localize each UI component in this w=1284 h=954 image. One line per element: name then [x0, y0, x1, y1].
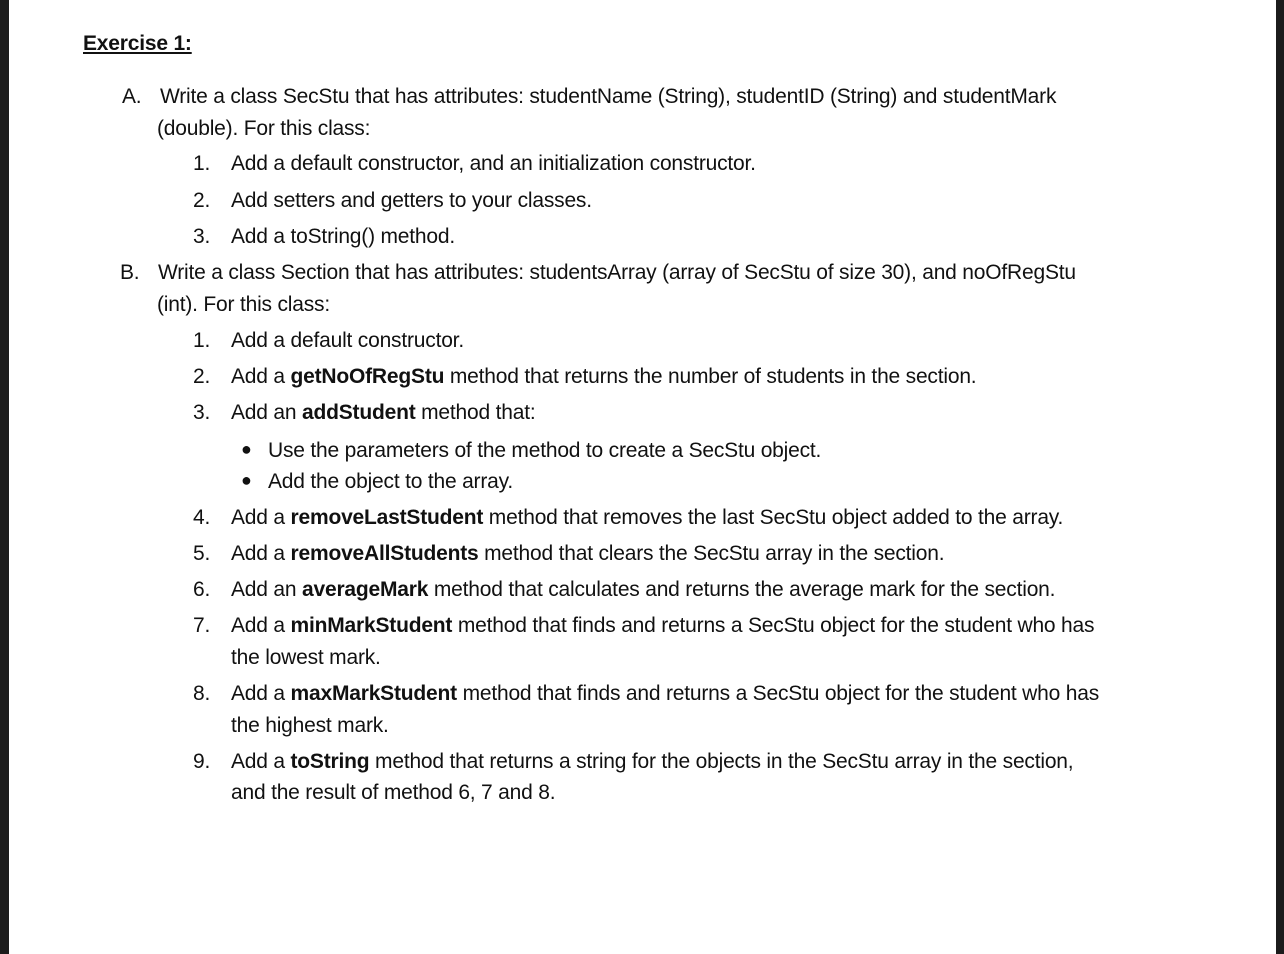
a-item-2-num: 2.	[193, 189, 211, 212]
method-name: toString	[290, 750, 370, 773]
b-item-5-text: Add a removeAllStudents method that clea…	[231, 542, 945, 565]
b-item-5-num: 5.	[193, 542, 211, 565]
b-item-9-num: 9.	[193, 750, 211, 773]
exercise-title: Exercise 1:	[83, 32, 192, 55]
b-item-8-text: Add a maxMarkStudent method that finds a…	[231, 682, 1100, 705]
method-name: addStudent	[302, 401, 416, 424]
method-name: maxMarkStudent	[290, 682, 458, 705]
a-item-3-text: Add a toString() method.	[231, 225, 455, 248]
b-item-7-cont: the lowest mark.	[231, 646, 381, 669]
a-item-3-num: 3.	[193, 225, 211, 248]
section-b-line1: Write a class Section that has attribute…	[158, 261, 1076, 284]
section-b-line2: (int). For this class:	[157, 293, 330, 316]
section-b-marker: B.	[120, 261, 140, 284]
b-item-3-text: Add an addStudent method that:	[231, 401, 536, 424]
method-name: getNoOfRegStu	[290, 365, 445, 388]
b-item-4-text: Add a removeLastStudent method that remo…	[231, 506, 1064, 529]
method-name: removeAllStudents	[290, 542, 479, 565]
b-item-3-num: 3.	[193, 401, 211, 424]
section-a-line2: (double). For this class:	[157, 117, 371, 140]
bullet-icon: ●	[241, 470, 252, 490]
b-item-2-num: 2.	[193, 365, 211, 388]
document-page: Exercise 1: A. Write a class SecStu that…	[9, 0, 1276, 954]
b-item-7-num: 7.	[193, 614, 211, 637]
b-item-9-text: Add a toString method that returns a str…	[231, 750, 1074, 773]
a-item-2-text: Add setters and getters to your classes.	[231, 189, 592, 212]
a-item-1-num: 1.	[193, 152, 211, 175]
section-a-line1: Write a class SecStu that has attributes…	[160, 85, 1057, 108]
a-item-1-text: Add a default constructor, and an initia…	[231, 152, 756, 175]
b-item-6-num: 6.	[193, 578, 211, 601]
method-name: removeLastStudent	[290, 506, 484, 529]
b-item-8-num: 8.	[193, 682, 211, 705]
bullet-2-text: Add the object to the array.	[268, 470, 513, 493]
b-item-2-text: Add a getNoOfRegStu method that returns …	[231, 365, 977, 388]
b-item-4-num: 4.	[193, 506, 211, 529]
bullet-icon: ●	[241, 439, 252, 459]
b-item-6-text: Add an averageMark method that calculate…	[231, 578, 1056, 601]
method-name: averageMark	[302, 578, 429, 601]
b-item-1-num: 1.	[193, 329, 211, 352]
b-item-9-cont: and the result of method 6, 7 and 8.	[231, 781, 556, 804]
b-item-7-text: Add a minMarkStudent method that finds a…	[231, 614, 1095, 637]
bullet-1-text: Use the parameters of the method to crea…	[268, 439, 822, 462]
b-item-1-text: Add a default constructor.	[231, 329, 464, 352]
method-name: minMarkStudent	[290, 614, 453, 637]
b-item-8-cont: the highest mark.	[231, 714, 389, 737]
section-a-marker: A.	[122, 85, 142, 108]
